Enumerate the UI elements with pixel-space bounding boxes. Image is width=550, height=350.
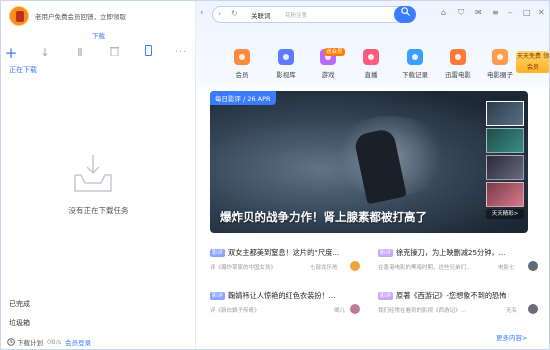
news-source: 无名 [506,308,518,314]
hero-title[interactable]: 爆炸贝的战争力作！肾上腺素都被打高了 [220,209,427,225]
add-icon[interactable]: + [4,45,18,61]
nav-label: 下载记录 [402,71,428,79]
live-icon [363,49,379,65]
empty-tray-icon [74,155,112,192]
news-item[interactable]: 影评 徐克操刀，为上映删减25分钟，... 在香港电影的黑暗时期，这些兄弟们..… [378,248,540,271]
news-item[interactable]: 影评 双女主都美到窒息！这片的“尺度... 评《爆炸掌家的中国女孩》 七部龙乐地 [210,248,372,271]
maximize-icon[interactable]: □ [523,8,531,17]
panel-title: 下载 [92,32,105,40]
category-nav: 会员 影视库 游戏 直播 下载记录 迅雷电影 电影圈子 [196,49,549,85]
review-tag: 影评 [378,292,394,300]
thumbnail[interactable] [486,101,524,126]
nav-label: 会员 [235,71,249,79]
film-icon [278,49,294,65]
download-toolbar: + ↓ Ⅱ ··· [1,45,196,61]
news-meta: 评《爆炸掌家的中国女孩》 [210,265,277,271]
clock-icon [7,338,15,346]
avatar [350,261,360,271]
phone-icon[interactable] [141,45,155,61]
review-tag: 影评 [210,292,226,300]
search-button[interactable] [394,6,416,23]
download-icon[interactable]: ↓ [38,45,52,61]
nav-item-download-history[interactable]: 下载记录 [395,49,435,79]
refresh-icon[interactable]: ↻ [231,9,238,18]
avatar [528,304,538,314]
nav-item-xunlei-movie[interactable]: 迅雷电影 [438,49,478,79]
more-icon[interactable]: ··· [174,45,188,61]
forward-arrow-icon[interactable]: › [218,9,221,18]
skin-icon[interactable]: ⌂ [441,8,446,17]
close-icon[interactable]: ✕ [538,8,545,17]
avatar[interactable] [9,6,29,26]
thunder-download-window: 老用户免费会员回馈，立即领取 下载 + ↓ Ⅱ ··· 正在下载 没有正在下载任… [0,0,550,350]
sidebar-item-completed[interactable]: 已完成 [9,299,30,309]
more-picks-button[interactable]: 天天精彩> [486,209,524,219]
vip-icon [234,49,250,65]
hero-banner[interactable]: 每日影评 / 26 APR 爆炸贝的战争力作！肾上腺素都被打高了 天天精彩> [210,91,528,233]
nav-label: 游戏 [321,71,335,79]
news-source: 七部龙乐地 [310,265,338,271]
nav-item-movie-library[interactable]: 影视库 [266,49,306,79]
search-bar[interactable]: › ↻ 关联词 花粉注意 ▣ [212,6,410,23]
review-tag: 影评 [210,249,226,257]
back-arrow-icon[interactable]: ‹ [200,8,204,18]
nav-item-live[interactable]: 直播 [351,49,391,79]
hero-thumbnails: 天天精彩> [486,101,526,219]
search-input[interactable]: 关联词 [251,10,271,20]
nav-label: 直播 [364,71,378,79]
pause-icon[interactable]: Ⅱ [73,45,87,61]
news-source: 电影七 [498,265,515,271]
speed-readout: 0B/s [47,338,62,346]
download-record-icon [407,49,423,65]
thumbnail[interactable] [486,128,524,153]
tab-downloading[interactable]: 正在下载 [9,65,37,75]
news-meta: 我们经常在看到的影视《西游记》... [378,308,466,314]
news-item[interactable]: 影评 鞠婧祎让人惊艳的红色衣装扮！... 评《新白娘子传奇》 卿儿 [210,291,372,314]
nav-label: 迅雷电影 [445,71,471,79]
search-icon [400,7,410,16]
thumbnail[interactable] [486,155,524,180]
news-title[interactable]: 原著《西游记》-您想象不到的恐怖 [396,291,506,301]
search-hint: 花粉注意 [285,13,308,19]
trash-icon[interactable] [107,45,121,61]
news-title[interactable]: 徐克操刀，为上映删减25分钟，... [396,248,505,258]
minimize-icon[interactable]: – [508,8,512,17]
promo-text[interactable]: 老用户免费会员回馈，立即领取 [35,11,126,21]
nav-item-movie-circle[interactable]: 电影圈子 [480,49,520,79]
nav-label: 影视库 [276,71,296,79]
news-source: 卿儿 [334,308,346,314]
vip-login-link[interactable]: 会员登录 [65,337,91,347]
browser-panel: ‹ › ↻ 关联词 花粉注意 ▣ ⌂ ⛉ ✉ ≡ – □ ✕ 会员 [196,1,549,349]
news-meta: 评《新白娘子传奇》 [210,308,260,314]
news-item[interactable]: 影评 原著《西游记》-您想象不到的恐怖 我们经常在看到的影视《西游记》... 无… [378,291,540,314]
movie-icon [450,49,466,65]
more-content-link[interactable]: 更多内容> [496,332,527,342]
gift-text: 天天免费 领会员 [517,53,549,71]
message-icon[interactable]: ✉ [475,8,482,17]
news-title[interactable]: 双女主都美到窒息！这片的“尺度... [228,248,339,258]
nav-item-vip[interactable]: 会员 [222,49,262,79]
sidebar-item-trash[interactable]: 垃圾箱 [9,318,30,328]
thumbnail[interactable] [486,182,524,207]
download-panel: 老用户免费会员回馈，立即领取 下载 + ↓ Ⅱ ··· 正在下载 没有正在下载任… [1,1,196,349]
browser-navbar: ‹ › ↻ 关联词 花粉注意 ▣ ⌂ ⛉ ✉ ≡ – □ ✕ [196,1,549,29]
user-profile[interactable]: 老用户免费会员回馈，立即领取 [9,6,126,26]
menu-icon[interactable]: ≡ [492,8,499,17]
empty-state-text: 没有正在下载任务 [68,206,129,215]
nav-label: 电影圈子 [487,71,513,79]
status-bar: 下载计划 0B/s 会员登录 [7,337,91,347]
hero-badge: 每日影评 / 26 APR [210,91,276,105]
news-title[interactable]: 鞠婧祎让人惊艳的红色衣装扮！... [228,291,335,301]
avatar [528,261,538,271]
promo-badge: 送会员 [324,48,345,56]
download-plan-link[interactable]: 下载计划 [17,337,43,347]
circle-icon [492,49,508,65]
cloth-icon[interactable]: ⛉ [458,8,464,18]
news-meta: 在香港电影的黑暗时期，这些兄弟们... [378,265,472,271]
review-tag: 影评 [378,249,394,257]
gift-banner[interactable]: 天天免费 领会员 [516,51,549,73]
avatar [350,304,360,314]
